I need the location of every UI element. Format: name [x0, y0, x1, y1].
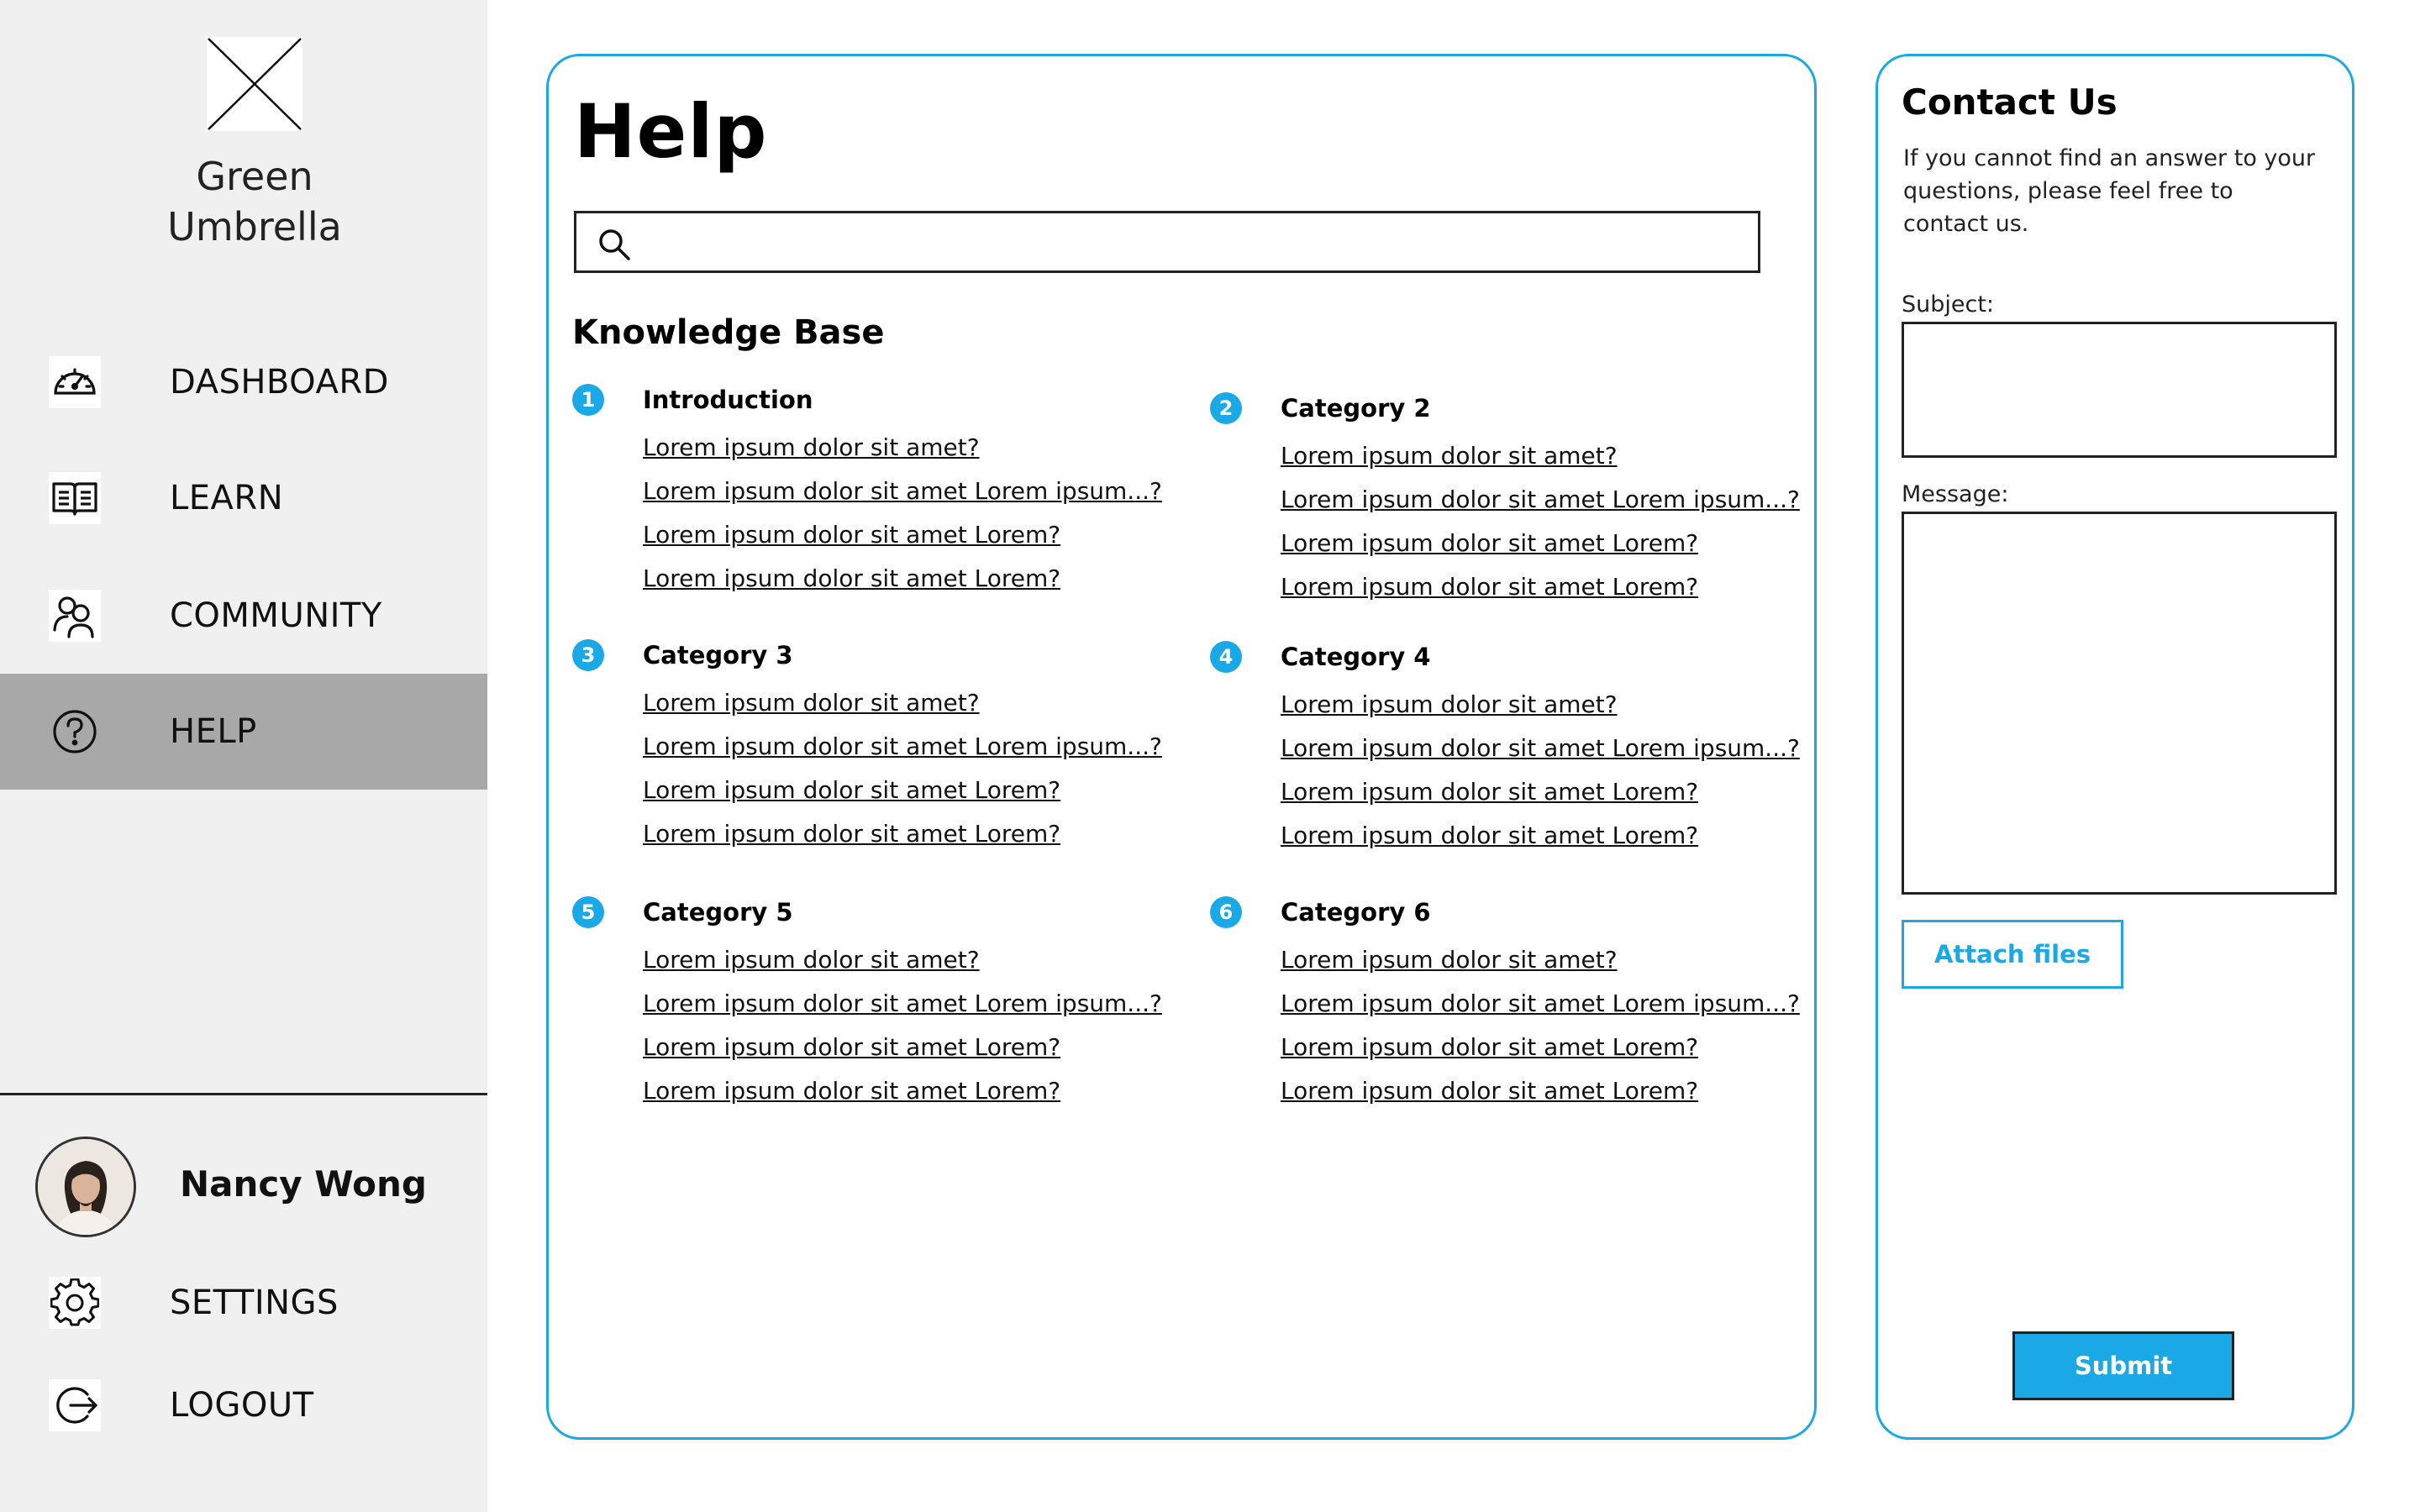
sidebar-item-logout[interactable]: LOGOUT: [0, 1347, 487, 1463]
sidebar-divider: [0, 1093, 487, 1095]
kb-article-link[interactable]: Lorem ipsum dolor sit amet Lorem?: [1281, 1069, 1802, 1113]
subject-field[interactable]: [1902, 322, 2337, 458]
search-icon: [599, 229, 630, 260]
kb-article-link[interactable]: Lorem ipsum dolor sit amet Lorem?: [1281, 1026, 1802, 1069]
knowledge-base-heading: Knowledge Base: [572, 313, 885, 352]
kb-article-link[interactable]: Lorem ipsum dolor sit amet Lorem ipsum..…: [643, 982, 1164, 1026]
logout-icon: [49, 1379, 101, 1431]
category-number-badge: 1: [572, 384, 604, 416]
kb-article-link[interactable]: Lorem ipsum dolor sit amet?: [643, 681, 1164, 725]
sidebar-item-dashboard[interactable]: DASHBOARD: [0, 324, 487, 440]
kb-article-link[interactable]: Lorem ipsum dolor sit amet Lorem ipsum..…: [1281, 478, 1802, 522]
kb-article-link[interactable]: Lorem ipsum dolor sit amet Lorem?: [643, 1069, 1164, 1113]
kb-article-link[interactable]: Lorem ipsum dolor sit amet?: [643, 938, 1164, 982]
message-field[interactable]: [1902, 512, 2337, 895]
category-title: Category 5: [643, 898, 793, 927]
kb-article-link[interactable]: Lorem ipsum dolor sit amet Lorem?: [643, 769, 1164, 812]
page-title: Help: [574, 88, 768, 175]
sidebar-item-label: SETTINGS: [170, 1284, 339, 1322]
brand-name: Green Umbrella: [126, 151, 383, 252]
sidebar-item-learn[interactable]: LEARN: [0, 440, 487, 556]
kb-article-link[interactable]: Lorem ipsum dolor sit amet?: [1281, 938, 1802, 982]
logo-placeholder-icon: [207, 37, 302, 131]
kb-article-link[interactable]: Lorem ipsum dolor sit amet Lorem ipsum..…: [1281, 982, 1802, 1026]
brand-line-2: Umbrella: [167, 204, 342, 249]
kb-article-link[interactable]: Lorem ipsum dolor sit amet Lorem?: [1281, 770, 1802, 814]
user-name: Nancy Wong: [180, 1163, 427, 1205]
search-box[interactable]: [574, 211, 1760, 273]
category-number-badge: 5: [572, 896, 604, 928]
kb-article-link[interactable]: Lorem ipsum dolor sit amet Lorem?: [643, 557, 1164, 601]
kb-article-link[interactable]: Lorem ipsum dolor sit amet?: [1281, 434, 1802, 478]
users-icon: [49, 590, 101, 642]
sidebar-item-label: DASHBOARD: [170, 363, 389, 402]
submit-button[interactable]: Submit: [2012, 1331, 2234, 1400]
sidebar: Green Umbrella DASHBOARD LEARN COMMUNITY…: [0, 0, 487, 1512]
category-number-badge: 4: [1210, 641, 1242, 673]
category-number-badge: 2: [1210, 392, 1242, 424]
search-input[interactable]: [647, 220, 1739, 265]
kb-article-link[interactable]: Lorem ipsum dolor sit amet Lorem?: [1281, 565, 1802, 609]
category-title: Category 6: [1281, 898, 1431, 927]
avatar[interactable]: [35, 1137, 136, 1237]
kb-article-link[interactable]: Lorem ipsum dolor sit amet Lorem?: [1281, 814, 1802, 858]
help-panel: Help Knowledge Base 1 Introduction Lorem…: [546, 54, 1817, 1440]
category-title: Category 2: [1281, 394, 1431, 423]
contact-title: Contact Us: [1902, 81, 2118, 123]
gear-icon: [49, 1277, 101, 1329]
sidebar-item-label: HELP: [170, 712, 257, 751]
attach-files-button[interactable]: Attach files: [1902, 920, 2123, 989]
kb-article-link[interactable]: Lorem ipsum dolor sit amet Lorem ipsum..…: [643, 725, 1164, 769]
category-title: Category 4: [1281, 643, 1431, 671]
message-label: Message:: [1902, 481, 2009, 507]
category-number-badge: 3: [572, 639, 604, 671]
gauge-icon: [49, 356, 101, 408]
sidebar-item-help[interactable]: HELP: [0, 674, 487, 790]
kb-article-link[interactable]: Lorem ipsum dolor sit amet Lorem?: [1281, 522, 1802, 565]
category-title: Category 3: [643, 641, 793, 669]
category-title: Introduction: [643, 386, 813, 414]
kb-article-link[interactable]: Lorem ipsum dolor sit amet Lorem?: [643, 513, 1164, 557]
kb-article-link[interactable]: Lorem ipsum dolor sit amet?: [643, 426, 1164, 470]
book-icon: [49, 472, 101, 524]
brand-line-1: Green: [196, 154, 313, 199]
sidebar-item-label: LEARN: [170, 479, 284, 517]
subject-label: Subject:: [1902, 291, 1995, 318]
sidebar-item-settings[interactable]: SETTINGS: [0, 1245, 487, 1361]
kb-article-link[interactable]: Lorem ipsum dolor sit amet Lorem ipsum..…: [1281, 727, 1802, 770]
kb-article-link[interactable]: Lorem ipsum dolor sit amet Lorem?: [643, 1026, 1164, 1069]
sidebar-item-label: COMMUNITY: [170, 596, 382, 635]
sidebar-item-label: LOGOUT: [170, 1386, 314, 1425]
category-number-badge: 6: [1210, 896, 1242, 928]
kb-article-link[interactable]: Lorem ipsum dolor sit amet?: [1281, 683, 1802, 727]
kb-article-link[interactable]: Lorem ipsum dolor sit amet Lorem?: [643, 812, 1164, 856]
help-circle-icon: [49, 706, 101, 758]
sidebar-item-community[interactable]: COMMUNITY: [0, 558, 487, 674]
contact-description: If you cannot find an answer to your que…: [1903, 145, 2316, 237]
contact-panel: Contact Us If you cannot find an answer …: [1876, 54, 2354, 1440]
kb-article-link[interactable]: Lorem ipsum dolor sit amet Lorem ipsum..…: [643, 470, 1164, 513]
